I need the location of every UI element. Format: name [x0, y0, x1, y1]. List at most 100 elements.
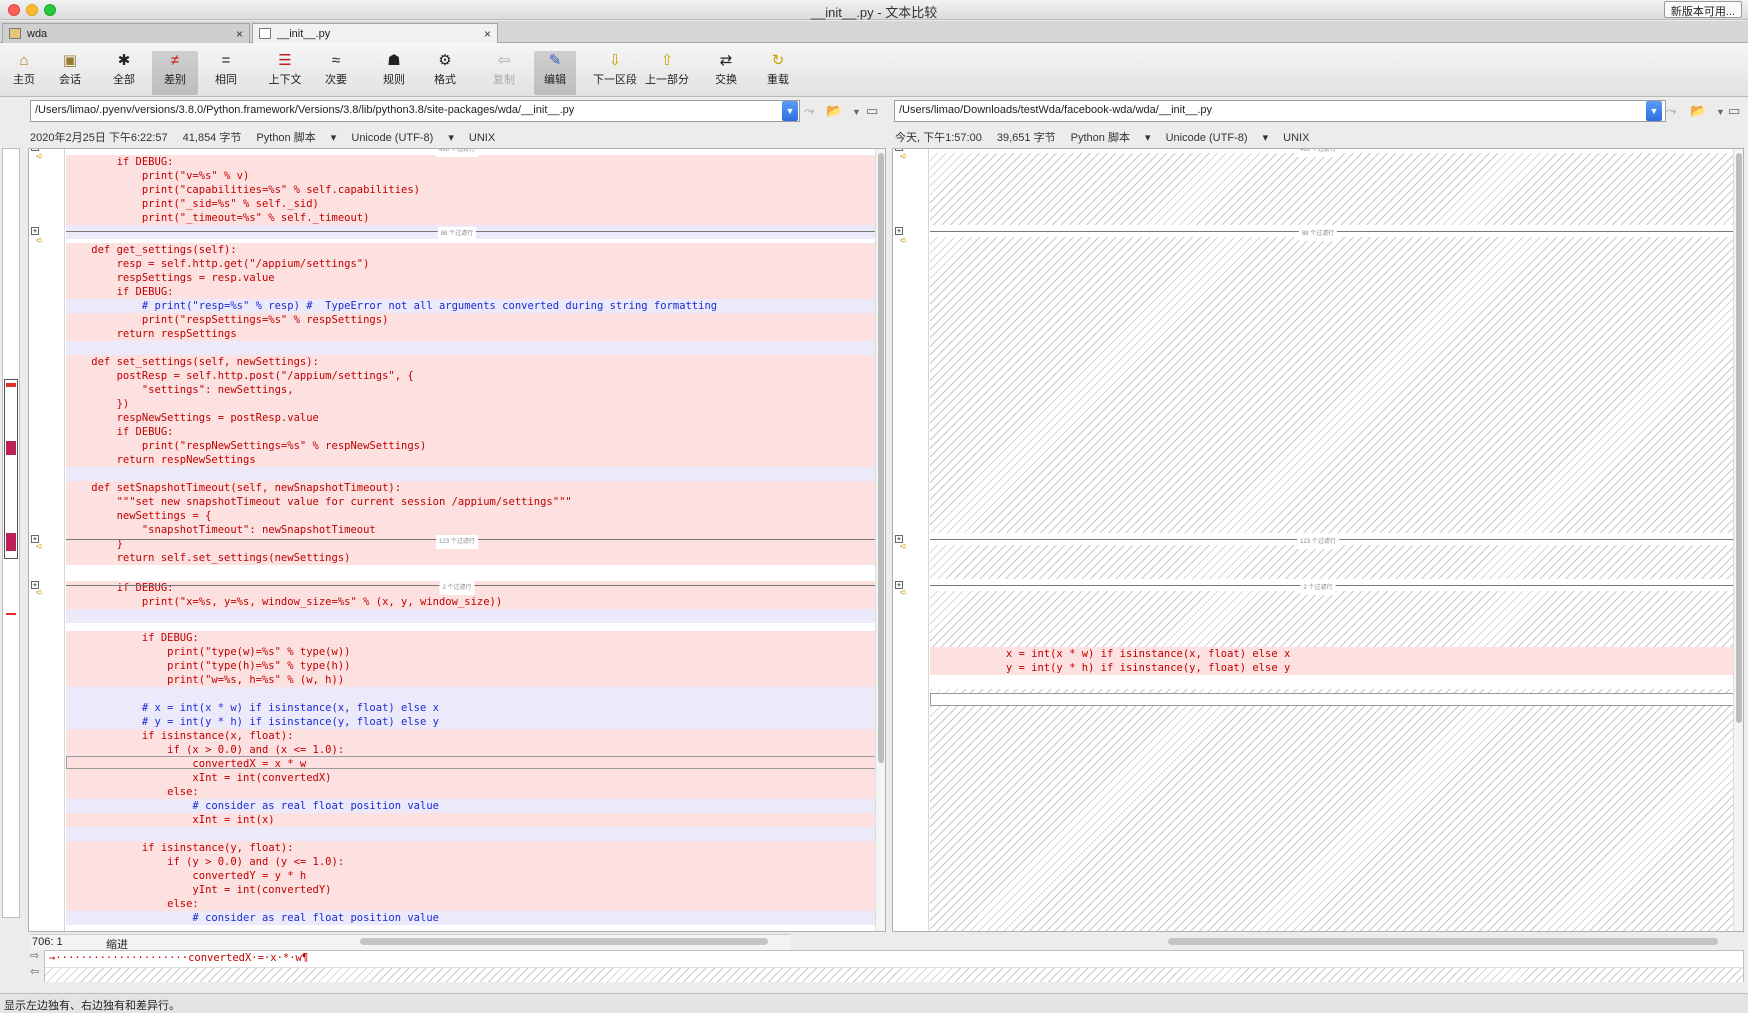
filtered-lines-separator[interactable]: +123 个过滤行	[893, 535, 1743, 549]
toolbar-all-button[interactable]: ✱ 全部	[106, 51, 142, 95]
filtered-lines-separator[interactable]: +490 个过滤行	[29, 149, 885, 157]
toolbar-diff-button[interactable]: ≠ 差别	[152, 51, 198, 95]
diff-arrow-icon[interactable]: ➪	[36, 586, 50, 598]
chevron-down-icon[interactable]: ▼	[1646, 101, 1662, 121]
chevron-down-icon[interactable]: ▼	[852, 107, 861, 117]
code-line: # x = int(x * w) if isinstance(x, float)…	[66, 701, 885, 715]
diff-arrow-icon[interactable]: ➪	[900, 234, 914, 246]
overview-viewport[interactable]	[4, 379, 18, 559]
overview-diff-marker	[6, 613, 16, 615]
diff-arrow-icon[interactable]: ➪	[36, 150, 50, 162]
filtered-lines-label: 490 个过滤行	[1297, 149, 1339, 157]
diff-arrow-icon[interactable]: ➪	[36, 540, 50, 552]
left-encoding-select[interactable]: Unicode (UTF-8) ▾	[351, 132, 453, 144]
right-format-select[interactable]: Python 脚本 ▾	[1071, 132, 1151, 144]
filtered-lines-separator[interactable]: +88 个过滤行	[29, 227, 885, 241]
code-line	[66, 341, 885, 355]
filtered-lines-separator[interactable]: +88 个过滤行	[893, 227, 1743, 241]
left-path-input[interactable]: /Users/limao/.pyenv/versions/3.8.0/Pytho…	[30, 100, 800, 122]
toolbar-home-button[interactable]: ⌂ 主页	[6, 51, 42, 95]
code-line: xInt = int(x)	[66, 813, 885, 827]
diff-arrow-icon[interactable]: ➪	[900, 586, 914, 598]
code-line: print("respNewSettings=%s" % respNewSett…	[66, 439, 885, 453]
tab-wda[interactable]: wda ×	[2, 23, 250, 43]
chevron-down-icon[interactable]: ▼	[782, 101, 798, 121]
code-line: print("_timeout=%s" % self._timeout)	[66, 211, 885, 225]
toolbar-prev-part-button[interactable]: ⇧ 上一部分	[642, 51, 692, 95]
toolbar-rules-button[interactable]: ☗ 规则	[376, 51, 412, 95]
right-code-pane[interactable]: x = int(x * w) if isinstance(x, float) e…	[892, 148, 1744, 932]
asterisk-icon: ✱	[117, 52, 131, 69]
code-line: def set_settings(self, newSettings):	[66, 355, 885, 369]
diff-arrow-icon[interactable]: ➪	[900, 150, 914, 162]
toolbar-next-section-button[interactable]: ⇩ 下一区段	[590, 51, 640, 95]
filtered-lines-label: 88 个过滤行	[1298, 227, 1338, 241]
code-line: print("_sid=%s" % self._sid)	[66, 197, 885, 211]
filtered-lines-separator[interactable]: +123 个过滤行	[29, 535, 885, 549]
code-line	[66, 467, 885, 481]
left-format-select[interactable]: Python 脚本 ▾	[256, 132, 336, 144]
left-lineend-label[interactable]: UNIX	[469, 132, 495, 144]
filtered-lines-label: 2 个过滤行	[439, 581, 475, 595]
folder-icon	[9, 28, 21, 39]
left-code-area[interactable]: if DEBUG: print("v=%s" % v) print("capab…	[31, 149, 885, 931]
close-icon[interactable]: ×	[236, 27, 243, 41]
code-line: """set new snapshotTimeout value for cur…	[66, 495, 885, 509]
filtered-lines-separator[interactable]: +490 个过滤行	[893, 149, 1743, 157]
left-horizontal-scrollbar[interactable]	[360, 938, 768, 945]
toolbar-session-button[interactable]: ▣ 会话	[50, 51, 90, 95]
toolbar-edit-button[interactable]: ✎ 编辑	[534, 51, 576, 95]
filtered-lines-label: 490 个过滤行	[436, 149, 478, 157]
code-line: x = int(x * w) if isinstance(x, float) e…	[930, 647, 1743, 661]
right-vertical-scrollbar[interactable]	[1733, 149, 1743, 931]
left-path-row: /Users/limao/.pyenv/versions/3.8.0/Pytho…	[0, 100, 890, 124]
right-code-area[interactable]: x = int(x * w) if isinstance(x, float) e…	[895, 149, 1743, 931]
code-line: print("type(h)=%s" % type(h))	[66, 659, 885, 673]
close-icon[interactable]: ×	[484, 27, 491, 41]
tab-label: wda	[27, 28, 48, 40]
toolbar-context-button[interactable]: ☰ 上下文	[264, 51, 306, 95]
diff-arrow-icon[interactable]: ➪	[900, 540, 914, 552]
right-lineend-label[interactable]: UNIX	[1283, 132, 1309, 144]
toolbar-minor-button[interactable]: ≈ 次要	[318, 51, 354, 95]
save-icon[interactable]: ▭	[866, 103, 878, 119]
right-path-input[interactable]: /Users/limao/Downloads/testWda/facebook-…	[894, 100, 1666, 122]
diff-arrow-icon[interactable]: ➪	[36, 234, 50, 246]
toolbar-reload-button[interactable]: ↻ 重载	[760, 51, 796, 95]
code-line: yInt = int(convertedY)	[66, 883, 885, 897]
right-horizontal-scrollbar[interactable]	[1168, 938, 1718, 945]
filtered-lines-label: 123 个过滤行	[1297, 535, 1339, 549]
empty-hatched-region	[930, 675, 1743, 931]
code-line	[66, 609, 885, 623]
code-line: def get_settings(self):	[66, 243, 885, 257]
code-line: print("w=%s, h=%s" % (w, h))	[66, 673, 885, 687]
tab-init-py[interactable]: __init__.py ×	[252, 23, 498, 43]
history-icon[interactable]: ⤳	[804, 103, 814, 119]
left-code-pane[interactable]: if DEBUG: print("v=%s" % v) print("capab…	[28, 148, 886, 932]
filtered-lines-separator[interactable]: +2 个过滤行	[893, 581, 1743, 595]
left-vertical-scrollbar[interactable]	[875, 149, 885, 931]
save-icon[interactable]: ▭	[1728, 103, 1740, 119]
code-line: if DEBUG:	[66, 425, 885, 439]
history-icon[interactable]: ⤳	[1666, 103, 1676, 119]
tab-label: __init__.py	[277, 28, 331, 40]
right-file-date: 今天, 下午1:57:00	[895, 132, 982, 144]
filtered-lines-separator[interactable]: +2 个过滤行	[29, 581, 885, 595]
open-folder-icon[interactable]: 📂	[1690, 103, 1706, 119]
diff-overview-strip[interactable]	[2, 148, 20, 918]
code-line: # print("resp=%s" % resp) # TypeError no…	[66, 299, 885, 313]
detail-left-arrow-icon: ⇨	[30, 950, 40, 962]
arrow-up-icon: ⇧	[660, 52, 674, 69]
toolbar-same-button[interactable]: = 相同	[208, 51, 244, 95]
toolbar-format-button[interactable]: ⚙ 格式	[422, 51, 468, 95]
code-line: if DEBUG:	[66, 631, 885, 645]
tab-bar: wda × __init__.py ×	[0, 21, 1748, 43]
chevron-down-icon[interactable]: ▼	[1716, 107, 1725, 117]
right-encoding-select[interactable]: Unicode (UTF-8) ▾	[1166, 132, 1268, 144]
toolbar-copy-button[interactable]: ⇦ 复制	[486, 51, 522, 95]
filtered-lines-label: 123 个过滤行	[436, 535, 478, 549]
open-folder-icon[interactable]: 📂	[826, 103, 842, 119]
update-available-button[interactable]: 新版本可用...	[1663, 1, 1742, 18]
context-icon: ☰	[278, 52, 292, 69]
toolbar-swap-button[interactable]: ⇄ 交换	[708, 51, 744, 95]
